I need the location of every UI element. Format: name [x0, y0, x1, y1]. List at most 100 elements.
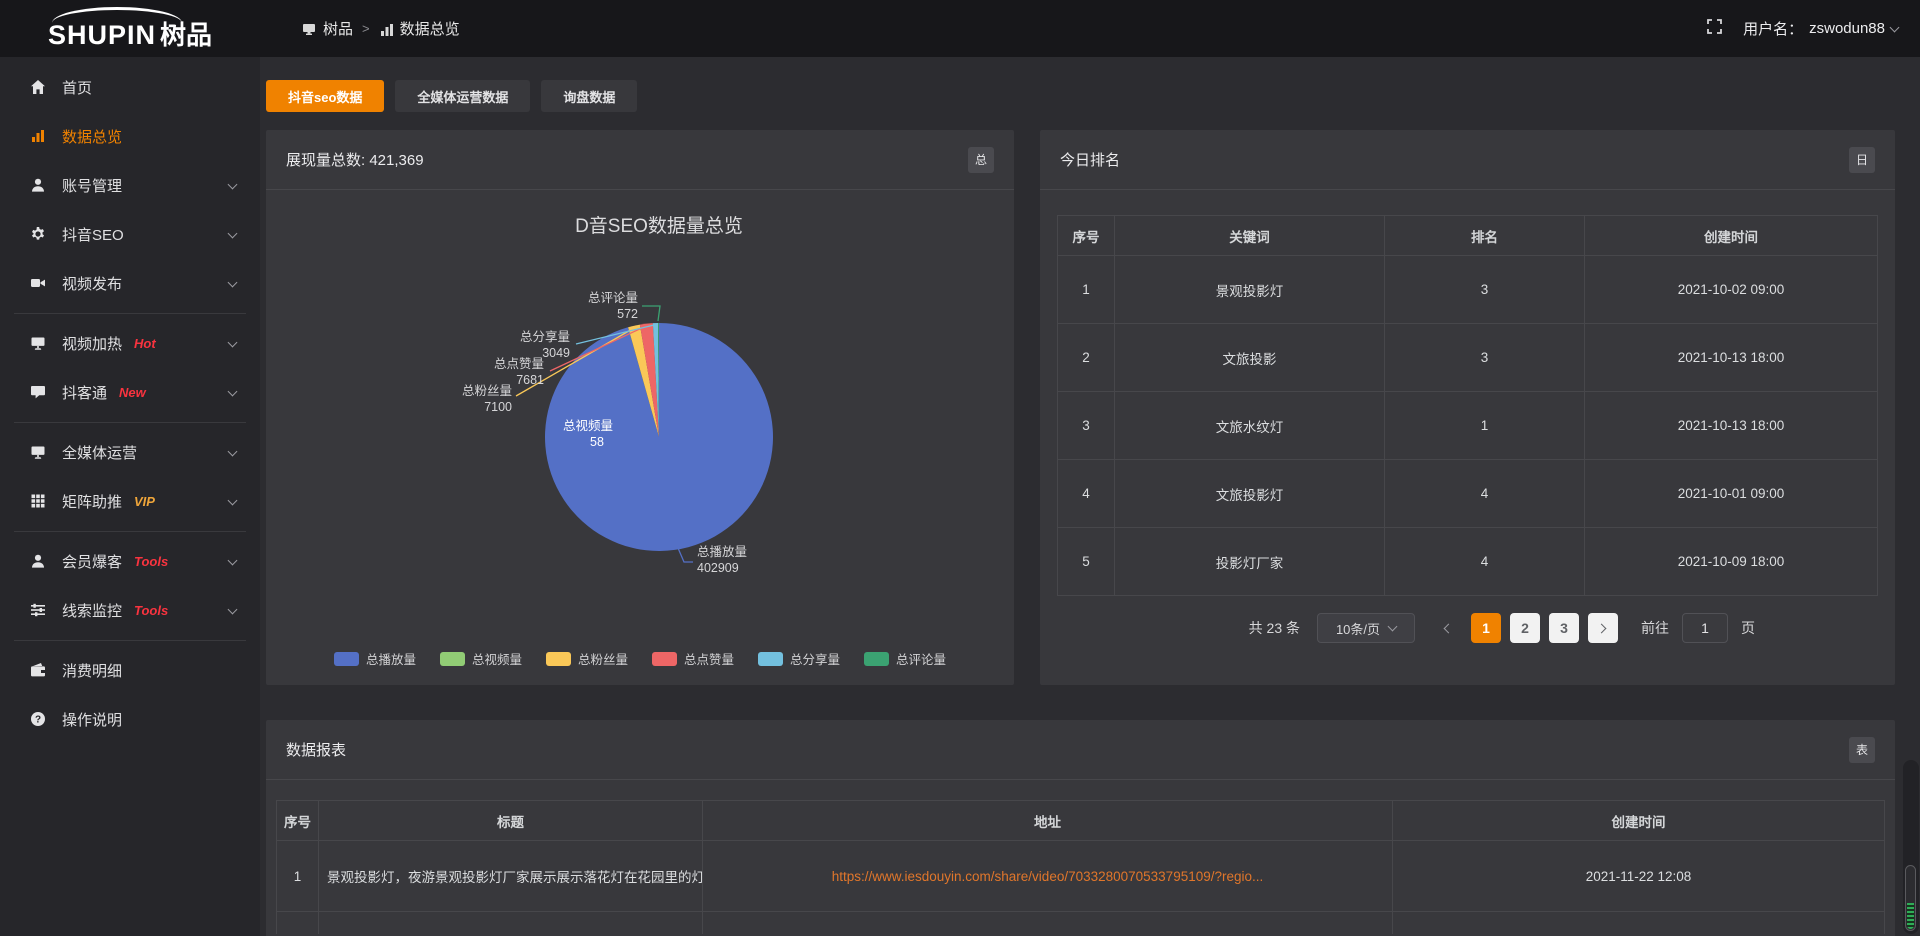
breadcrumb-separator: > [362, 21, 370, 36]
divider [14, 422, 246, 423]
legend-item[interactable]: 总视频量 [440, 649, 522, 668]
screen-icon [302, 22, 316, 36]
page-button-3[interactable]: 3 [1549, 613, 1579, 643]
column-header: 序号 [277, 801, 319, 841]
page-size-select[interactable]: 10条/页 [1317, 613, 1415, 643]
bar-chart-icon [379, 22, 393, 36]
sidebar-item-member-baoke[interactable]: 会员爆客 Tools [0, 537, 260, 586]
question-circle-icon [30, 711, 47, 728]
sidebar-item-doketong[interactable]: 抖客通 New [0, 368, 260, 417]
sidebar-item-label: 线索监控 [62, 600, 122, 621]
total-badge[interactable]: 总 [968, 147, 994, 173]
chart-legend: 总播放量 总视频量 总粉丝量 总点赞量 总分享量 总评论量 [266, 649, 1014, 668]
sidebar-item-home[interactable]: 首页 [0, 63, 260, 112]
ranking-card-title: 今日排名 [1060, 149, 1120, 170]
breadcrumb-current[interactable]: 数据总览 [379, 18, 460, 39]
sidebar-item-omni-media[interactable]: 全媒体运营 [0, 428, 260, 477]
sidebar-item-douyin-seo[interactable]: 抖音SEO [0, 210, 260, 259]
page-button-2[interactable]: 2 [1510, 613, 1540, 643]
legend-item[interactable]: 总播放量 [334, 649, 416, 668]
report-table: 序号 标题 地址 创建时间 1 景观投影灯，夜游景观投影灯厂家展示展示落花灯在花… [276, 800, 1885, 934]
column-header: 标题 [319, 801, 703, 841]
sidebar-item-lead-monitor[interactable]: 线索监控 Tools [0, 586, 260, 635]
gear-icon [30, 226, 47, 243]
sidebar-item-account[interactable]: 账号管理 [0, 161, 260, 210]
sidebar-item-label: 抖音SEO [62, 224, 124, 245]
table-row[interactable]: 4 文旅投影灯 4 2021-10-01 09:00 [1058, 460, 1878, 528]
table-row[interactable]: 3 文旅水纹灯 1 2021-10-13 18:00 [1058, 392, 1878, 460]
table-row[interactable] [277, 912, 1885, 934]
report-card-title: 数据报表 [286, 739, 346, 760]
pie-label: 7681 [516, 373, 544, 387]
pie-label: 总评论量 [588, 291, 638, 305]
chevron-down-icon [228, 277, 238, 287]
username-label: 用户名： [1743, 18, 1803, 39]
chevron-down-icon [228, 495, 238, 505]
user-icon [30, 553, 47, 570]
divider [14, 313, 246, 314]
sidebar-item-label: 矩阵助推 [62, 491, 122, 512]
sidebar-item-label: 视频发布 [62, 273, 122, 294]
vip-badge: VIP [134, 494, 155, 509]
next-page-button[interactable] [1588, 613, 1618, 643]
tab-inquiry-data[interactable]: 询盘数据 [541, 80, 637, 112]
sidebar-item-instructions[interactable]: 操作说明 [0, 695, 260, 744]
scrollbar-thumb[interactable] [1905, 865, 1916, 931]
page-button-1[interactable]: 1 [1471, 613, 1501, 643]
sidebar-item-label: 视频加热 [62, 333, 122, 354]
column-header: 地址 [703, 801, 1393, 841]
breadcrumb: 树品 > 数据总览 [302, 18, 460, 39]
main-content: 抖音seo数据 全媒体运营数据 询盘数据 展现量总数: 421,369 总 D音… [260, 0, 1920, 936]
prev-page-button[interactable] [1432, 613, 1462, 643]
topbar: SHUPIN树品 树品 > 数据总览 用户名：zswodun88 [0, 0, 1920, 57]
legend-swatch [334, 652, 359, 666]
goto-page-input[interactable] [1682, 613, 1728, 643]
table-badge[interactable]: 表 [1849, 737, 1875, 763]
divider [14, 640, 246, 641]
sidebar-item-matrix-boost[interactable]: 矩阵助推 VIP [0, 477, 260, 526]
sidebar-item-label: 全媒体运营 [62, 442, 137, 463]
chevron-down-icon [1890, 22, 1900, 32]
grid-icon [30, 493, 47, 510]
user-icon [30, 177, 47, 194]
sidebar-item-video-publish[interactable]: 视频发布 [0, 259, 260, 308]
sidebar-item-label: 操作说明 [62, 709, 122, 730]
sidebar-item-label: 账号管理 [62, 175, 122, 196]
user-menu[interactable]: 用户名：zswodun88 [1743, 18, 1898, 39]
fullscreen-icon[interactable] [1706, 18, 1723, 40]
legend-item[interactable]: 总评论量 [864, 649, 946, 668]
legend-item[interactable]: 总分享量 [758, 649, 840, 668]
sidebar-item-data-overview[interactable]: 数据总览 [0, 112, 260, 161]
sidebar-item-video-heat[interactable]: 视频加热 Hot [0, 319, 260, 368]
video-link[interactable]: https://www.iesdouyin.com/share/video/70… [832, 869, 1264, 884]
chevron-down-icon [228, 386, 238, 396]
label-line-总评论量 [642, 306, 660, 321]
tab-douyin-seo-data[interactable]: 抖音seo数据 [266, 80, 384, 112]
legend-swatch [546, 652, 571, 666]
scrollbar[interactable] [1903, 760, 1919, 934]
pie-label: 402909 [697, 561, 739, 575]
sidebar-item-expense-detail[interactable]: 消费明细 [0, 646, 260, 695]
chevron-down-icon [1388, 622, 1398, 632]
logo[interactable]: SHUPIN树品 [0, 5, 260, 52]
wallet-icon [30, 662, 47, 679]
legend-item[interactable]: 总粉丝量 [546, 649, 628, 668]
goto-unit: 页 [1741, 618, 1755, 638]
breadcrumb-root[interactable]: 树品 [302, 18, 353, 39]
tab-omni-media-data[interactable]: 全媒体运营数据 [395, 80, 530, 112]
new-badge: New [119, 385, 146, 400]
legend-swatch [440, 652, 465, 666]
table-row[interactable]: 2 文旅投影 3 2021-10-13 18:00 [1058, 324, 1878, 392]
legend-swatch [864, 652, 889, 666]
table-row[interactable]: 5 投影灯厂家 4 2021-10-09 18:00 [1058, 528, 1878, 596]
column-header: 创建时间 [1393, 801, 1885, 841]
legend-item[interactable]: 总点赞量 [652, 649, 734, 668]
chevron-right-icon [1597, 623, 1607, 633]
hot-badge: Hot [134, 336, 156, 351]
table-row[interactable]: 1 景观投影灯 3 2021-10-02 09:00 [1058, 256, 1878, 324]
table-row[interactable]: 1 景观投影灯，夜游景观投影灯厂家展示展示落花灯在花园里的灯光投影应用效果 # … [277, 841, 1885, 912]
sidebar-item-label: 数据总览 [62, 126, 122, 147]
column-header: 序号 [1058, 216, 1115, 256]
day-badge[interactable]: 日 [1849, 147, 1875, 173]
today-ranking-card: 今日排名 日 序号 关键词 排名 创建时间 1 景观投影灯 [1040, 130, 1895, 685]
